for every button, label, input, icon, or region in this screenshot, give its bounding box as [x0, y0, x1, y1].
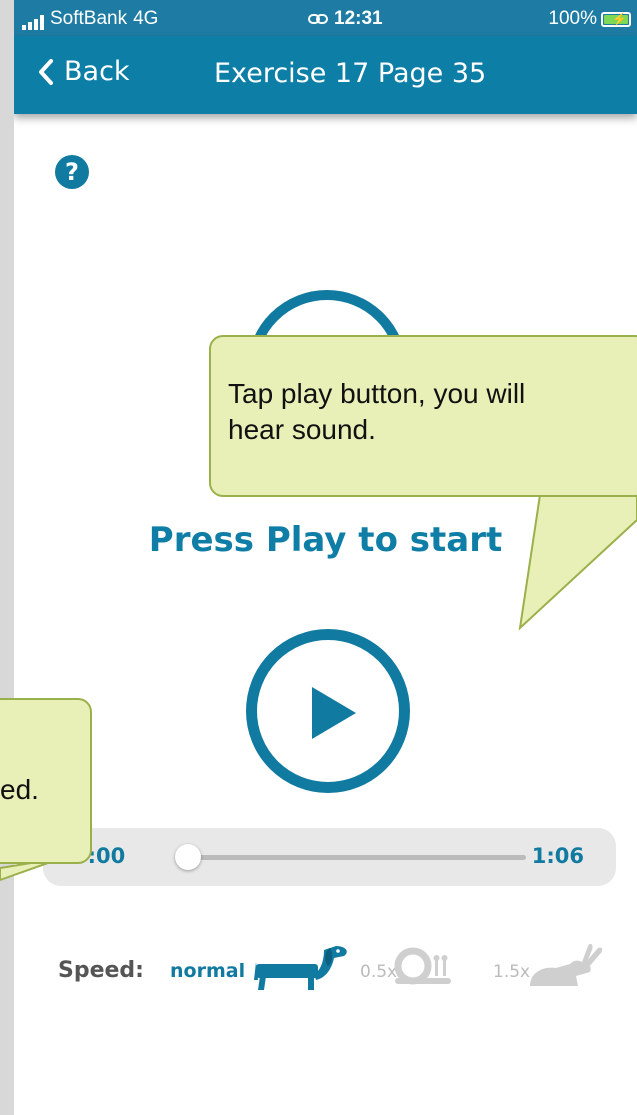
speed-hint-text: ed. [0, 774, 39, 805]
callout-tail-2 [0, 857, 63, 882]
